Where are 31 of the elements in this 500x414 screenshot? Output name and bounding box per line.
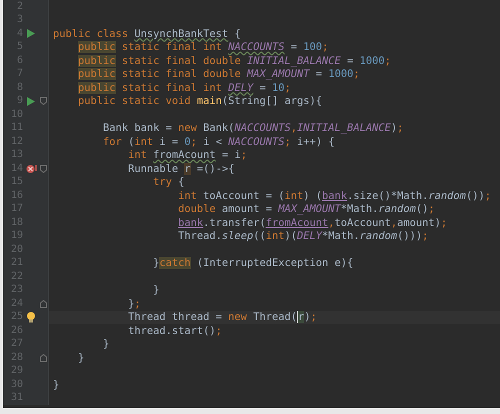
code-line: }	[77, 352, 84, 363]
breakpoint-icon[interactable]	[26, 164, 36, 174]
code-line: public static final int DELY = 10;	[77, 82, 291, 93]
code-line: public static final double MAX_AMOUNT = 1000;	[77, 69, 360, 80]
fold-icon[interactable]	[40, 300, 47, 308]
code-line: Bank bank = new Bank(NACCOUNTS,INITIAL_BALANCE);	[102, 123, 404, 134]
code-line: thread.start();	[127, 326, 222, 336]
code-line: Runnable r =()->{	[127, 164, 234, 174]
code-line: Thread thread = new Thread(r);	[127, 312, 317, 322]
code-line: }	[53, 380, 60, 390]
code-line: double amount = MAX_AMOUNT*Math.random();	[177, 204, 435, 214]
code-line: }	[102, 339, 110, 350]
code-line: }	[152, 285, 160, 296]
fold-icon[interactable]	[40, 354, 47, 362]
run-icon[interactable]	[27, 96, 35, 106]
code-line: public static final int NACCOUNTS = 100;	[77, 42, 328, 52]
fold-icon[interactable]	[40, 97, 47, 106]
code-line: int toAccount = (int) (bank.size()*Math.random());	[177, 190, 491, 201]
code-line: int fromAcount = i;	[127, 150, 247, 160]
code-line: public static final double INITIAL_BALANCE = 1000;	[77, 56, 391, 66]
code-line: Thread.sleep((int)(DELY*Math.random()));	[177, 231, 428, 242]
code-line: bank.transfer(fromAcount,toAccount,amount);	[177, 218, 448, 228]
code-line: public static void main(String[] args){	[77, 96, 322, 106]
code-line: public class UnsynchBankTest {	[53, 28, 241, 39]
fold-icon[interactable]	[40, 164, 47, 173]
code-line: try {	[152, 177, 184, 188]
code-line: for (int i = 0; i < NACCOUNTS; i++) {	[102, 136, 335, 147]
code-line: }catch (InterruptedException e){	[152, 258, 354, 268]
lightbulb-icon[interactable]	[27, 312, 35, 323]
code-line: };	[127, 298, 141, 309]
run-icon[interactable]	[27, 29, 35, 38]
